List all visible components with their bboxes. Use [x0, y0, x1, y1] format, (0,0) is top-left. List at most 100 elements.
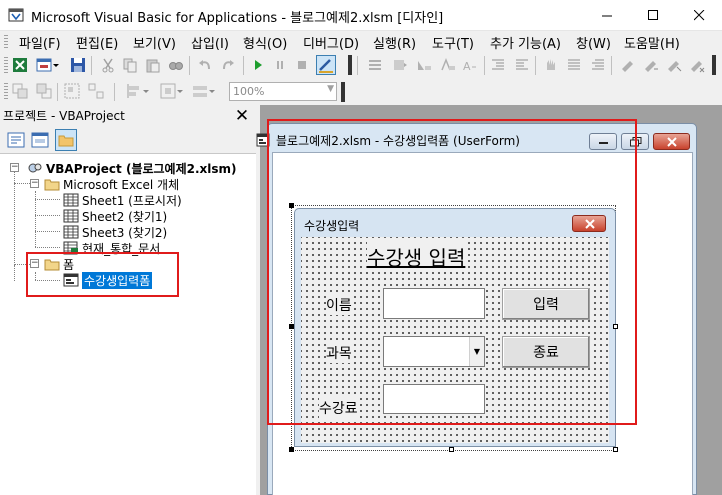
- close-button[interactable]: [676, 0, 722, 31]
- worksheet-icon: [63, 193, 79, 207]
- cut-icon[interactable]: [100, 57, 116, 73]
- tree-node-label: Sheet1 (프로시저): [82, 193, 182, 208]
- title-bar: Microsoft Visual Basic for Applications …: [0, 0, 722, 31]
- tree-node-label: VBAProject (블로그예제2.xlsm): [46, 161, 237, 176]
- quick-info-icon[interactable]: [416, 57, 432, 73]
- toolbar-separator: [357, 56, 358, 75]
- next-bookmark-icon[interactable]: [643, 57, 659, 73]
- paste-icon[interactable]: [145, 57, 161, 73]
- uncomment-block-icon[interactable]: [590, 57, 606, 73]
- indent-icon[interactable]: [490, 57, 506, 73]
- send-to-back-icon[interactable]: [36, 83, 52, 99]
- design-mode-icon[interactable]: [316, 55, 336, 75]
- menu-tools[interactable]: 도구(T): [432, 33, 474, 52]
- close-icon: [667, 137, 677, 147]
- toolbar-grip[interactable]: [4, 83, 8, 100]
- toolbar-separator: [535, 56, 536, 75]
- parameter-info-icon[interactable]: [440, 57, 456, 73]
- menu-grip[interactable]: [4, 35, 8, 49]
- toggle-bookmark-icon[interactable]: [620, 57, 636, 73]
- designer-close-button[interactable]: [653, 133, 690, 150]
- view-code-icon[interactable]: [7, 131, 25, 149]
- ungroup-icon[interactable]: [88, 83, 104, 99]
- chevron-down-icon[interactable]: [142, 83, 150, 99]
- menu-debug[interactable]: 디버그(D): [303, 33, 359, 52]
- previous-bookmark-icon[interactable]: [666, 57, 682, 73]
- menu-help[interactable]: 도움말(H): [624, 33, 680, 52]
- vba-app-icon: [8, 8, 24, 22]
- userform-toolbar: 100% ▼: [0, 79, 722, 105]
- group-icon[interactable]: [64, 83, 80, 99]
- tree-node-excel-objects[interactable]: Microsoft Excel 개체: [44, 176, 179, 192]
- view-object-icon[interactable]: [31, 131, 49, 149]
- annotation-highlight-designer: [267, 119, 637, 425]
- tree-node-sheet1[interactable]: Sheet1 (프로시저): [63, 192, 182, 208]
- chevron-down-icon[interactable]: [52, 57, 60, 73]
- save-icon[interactable]: [70, 57, 86, 73]
- chevron-down-icon: ▼: [327, 84, 334, 94]
- resize-handle[interactable]: [289, 447, 294, 452]
- project-explorer-close-button[interactable]: ✕: [233, 107, 251, 125]
- toggle-folders-button[interactable]: [55, 129, 77, 151]
- toolbar-grip[interactable]: [4, 57, 8, 74]
- toolbar-separator: [114, 83, 115, 101]
- maximize-icon: [647, 10, 658, 20]
- menu-window[interactable]: 창(W): [576, 33, 611, 52]
- tree-connector: [35, 247, 60, 248]
- folder-icon: [58, 135, 74, 147]
- comment-block-icon[interactable]: [566, 57, 582, 73]
- center-icon[interactable]: [160, 83, 176, 99]
- insert-userform-icon[interactable]: [36, 57, 52, 73]
- project-explorer-header: 프로젝트 - VBAProject ✕: [0, 105, 256, 126]
- bring-to-front-icon[interactable]: [12, 83, 28, 99]
- menu-insert[interactable]: 삽입(I): [191, 33, 229, 52]
- copy-icon[interactable]: [122, 57, 138, 73]
- tree-node-sheet3[interactable]: Sheet3 (찾기2): [63, 224, 167, 240]
- minimize-button[interactable]: [584, 0, 630, 31]
- complete-word-icon[interactable]: A: [462, 57, 478, 73]
- tree-node-label: Microsoft Excel 개체: [63, 177, 180, 192]
- menu-view[interactable]: 보기(V): [133, 33, 176, 52]
- expand-toggle-excel-objects[interactable]: −: [30, 179, 39, 188]
- toolbar-end-grip[interactable]: [712, 55, 716, 75]
- standard-toolbar: A: [0, 52, 722, 79]
- undo-icon[interactable]: [197, 57, 213, 73]
- annotation-highlight-forms: [26, 252, 179, 297]
- toolbar-separator: [611, 56, 612, 75]
- list-constants-icon[interactable]: [392, 57, 408, 73]
- maximize-button[interactable]: [630, 0, 676, 31]
- list-properties-icon[interactable]: [367, 57, 383, 73]
- menu-bar: 파일(F) 편집(E) 보기(V) 삽입(I) 형식(O) 디버그(D) 실행(…: [0, 31, 722, 52]
- tree-node-vbaproject[interactable]: VBAProject (블로그예제2.xlsm): [27, 160, 237, 176]
- toggle-breakpoint-icon[interactable]: [543, 57, 559, 73]
- expand-toggle-root[interactable]: −: [10, 163, 19, 172]
- menu-addins[interactable]: 추가 기능(A): [490, 33, 561, 52]
- menu-format[interactable]: 형식(O): [243, 33, 287, 52]
- tree-connector: [35, 231, 60, 232]
- chevron-down-icon[interactable]: [176, 83, 184, 99]
- toolbar-end-grip[interactable]: [348, 55, 352, 75]
- project-explorer-toolbar: [0, 126, 256, 154]
- reset-icon[interactable]: [294, 57, 310, 73]
- redo-icon[interactable]: [220, 57, 236, 73]
- align-left-icon[interactable]: [126, 83, 142, 99]
- toolbar-end-grip[interactable]: [341, 82, 345, 102]
- run-icon[interactable]: [250, 57, 266, 73]
- excel-icon[interactable]: [12, 57, 28, 73]
- chevron-down-icon[interactable]: [208, 83, 216, 99]
- clear-bookmarks-icon[interactable]: [689, 57, 705, 73]
- menu-run[interactable]: 실행(R): [373, 33, 416, 52]
- tree-connector: [35, 199, 60, 200]
- menu-edit[interactable]: 편집(E): [76, 33, 118, 52]
- break-icon[interactable]: [272, 57, 288, 73]
- zoom-select[interactable]: 100% ▼: [229, 82, 337, 101]
- find-icon[interactable]: [168, 57, 184, 73]
- tree-node-sheet2[interactable]: Sheet2 (찾기1): [63, 208, 167, 224]
- zoom-value: 100%: [233, 85, 265, 98]
- resize-handle[interactable]: [449, 447, 454, 452]
- make-same-size-icon[interactable]: [192, 83, 208, 99]
- outdent-icon[interactable]: [514, 57, 530, 73]
- resize-handle[interactable]: [613, 447, 618, 452]
- menu-file[interactable]: 파일(F): [19, 33, 61, 52]
- worksheet-icon: [63, 225, 79, 239]
